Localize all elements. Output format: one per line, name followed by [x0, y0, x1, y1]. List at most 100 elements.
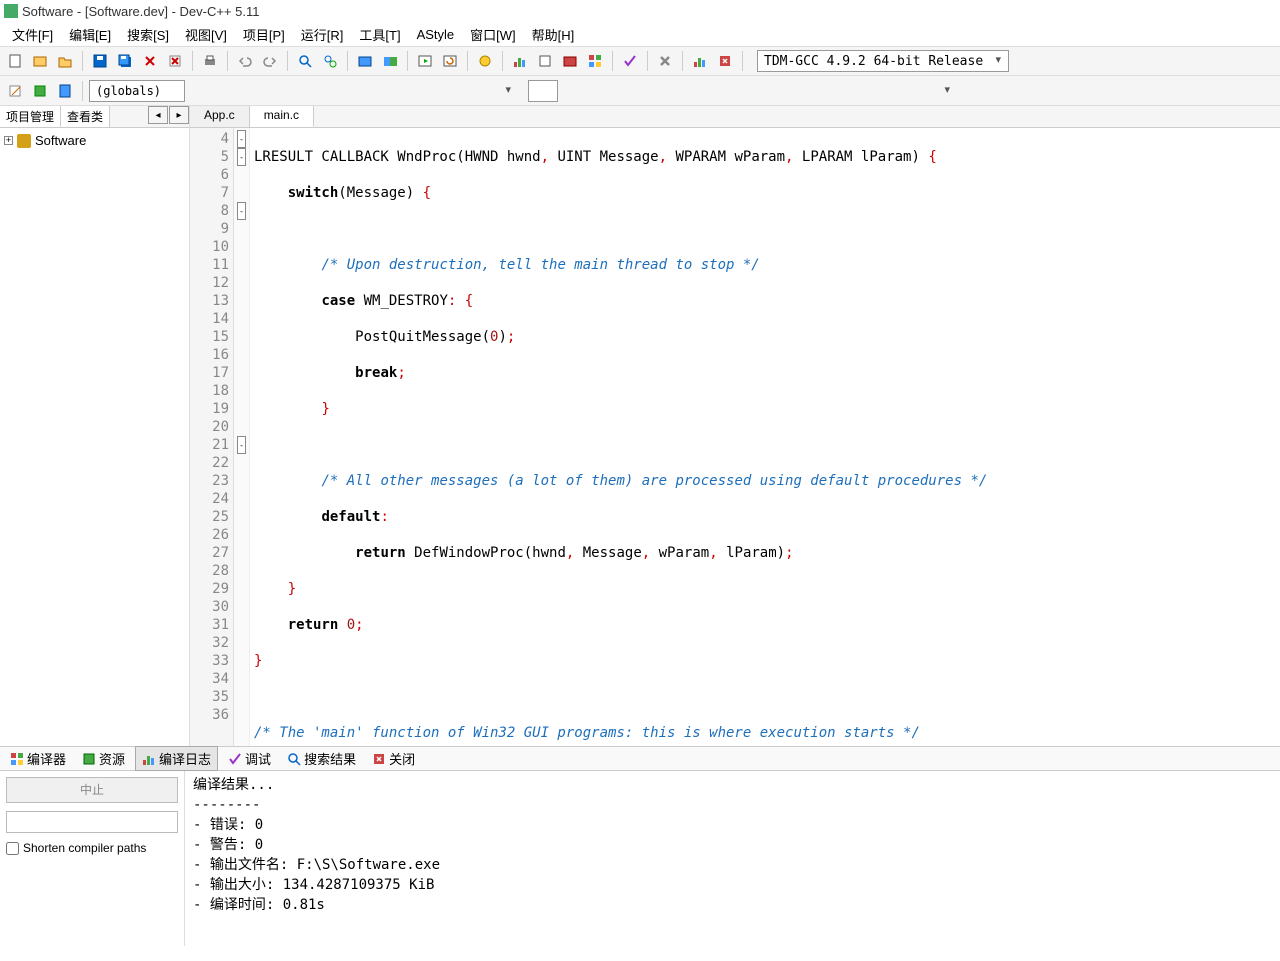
menu-file[interactable]: 文件[F]	[4, 23, 61, 46]
close-icon[interactable]	[139, 50, 161, 72]
tab-debug-label: 调试	[245, 749, 271, 768]
profile-icon[interactable]	[509, 50, 531, 72]
edit-options-icon[interactable]	[559, 50, 581, 72]
compile-run-icon[interactable]	[379, 50, 401, 72]
close-icon	[372, 752, 386, 766]
tab-project[interactable]: 项目管理	[0, 106, 61, 127]
options-icon[interactable]	[534, 50, 556, 72]
menu-project[interactable]: 项目[P]	[235, 23, 293, 46]
new-project-icon[interactable]	[29, 50, 51, 72]
tab-compile-log[interactable]: 编译日志	[135, 746, 218, 771]
tab-close[interactable]: 关闭	[366, 747, 421, 770]
search-icon	[287, 752, 301, 766]
menu-edit[interactable]: 编辑[E]	[61, 23, 119, 46]
new-file-icon[interactable]	[4, 50, 26, 72]
tab-classview[interactable]: 查看类	[61, 106, 110, 127]
grid-icon	[10, 752, 24, 766]
check-icon	[228, 752, 242, 766]
tab-close-label: 关闭	[389, 749, 415, 768]
editor: App.c main.c 456789101112131415161718192…	[190, 106, 1280, 746]
symbols-dropdown[interactable]	[528, 80, 558, 102]
run-icon[interactable]	[414, 50, 436, 72]
close-all-icon[interactable]	[164, 50, 186, 72]
tab-resources-label: 资源	[99, 749, 125, 768]
bottom-tabs: 编译器 资源 编译日志 调试 搜索结果 关闭	[0, 747, 1280, 771]
tab-search-results[interactable]: 搜索结果	[281, 747, 362, 770]
sidebar-tabs: 项目管理 查看类 ◂ ▸	[0, 106, 189, 128]
tab-app-c[interactable]: App.c	[190, 106, 250, 127]
title-bar: Software - [Software.dev] - Dev-C++ 5.11	[0, 0, 1280, 22]
fold-icon[interactable]: -	[237, 202, 246, 220]
delete-profile-icon[interactable]	[714, 50, 736, 72]
code-content[interactable]: LRESULT CALLBACK WndProc(HWND hwnd, UINT…	[250, 128, 1280, 746]
separator	[227, 51, 228, 71]
bookmark-icon[interactable]	[29, 80, 51, 102]
fold-icon[interactable]: -	[237, 130, 246, 148]
code-editor[interactable]: 4567891011121314151617181920212223242526…	[190, 128, 1280, 746]
shorten-paths-checkbox[interactable]: Shorten compiler paths	[6, 841, 178, 855]
file-tabs: App.c main.c	[190, 106, 1280, 128]
find-icon[interactable]	[294, 50, 316, 72]
project-icon	[17, 134, 31, 148]
separator	[467, 51, 468, 71]
nav-prev-icon[interactable]: ◂	[148, 106, 168, 124]
save-icon[interactable]	[89, 50, 111, 72]
filter-input[interactable]	[6, 811, 178, 833]
redo-icon[interactable]	[259, 50, 281, 72]
menu-view[interactable]: 视图[V]	[177, 23, 235, 46]
debug-icon[interactable]	[474, 50, 496, 72]
fold-icon[interactable]: -	[237, 148, 246, 166]
tab-compiler[interactable]: 编译器	[4, 747, 72, 770]
menu-bar: 文件[F] 编辑[E] 搜索[S] 视图[V] 项目[P] 运行[R] 工具[T…	[0, 22, 1280, 46]
replace-icon[interactable]	[319, 50, 341, 72]
compile-log-output[interactable]: 编译结果... -------- - 错误: 0 - 警告: 0 - 输出文件名…	[185, 771, 1280, 946]
separator	[612, 51, 613, 71]
secondary-toolbar: (globals)	[0, 76, 1280, 106]
sidebar: 项目管理 查看类 ◂ ▸ + Software	[0, 106, 190, 746]
nav-next-icon[interactable]: ▸	[169, 106, 189, 124]
rebuild-icon[interactable]	[439, 50, 461, 72]
new-tab-icon[interactable]	[4, 80, 26, 102]
open-icon[interactable]	[54, 50, 76, 72]
fold-icon[interactable]: -	[237, 436, 246, 454]
tab-search-label: 搜索结果	[304, 749, 356, 768]
separator	[407, 51, 408, 71]
shorten-paths-label: Shorten compiler paths	[23, 841, 146, 855]
stop-button[interactable]: 中止	[6, 777, 178, 803]
goto-icon[interactable]	[54, 80, 76, 102]
tab-main-c[interactable]: main.c	[250, 106, 314, 127]
compiler-select[interactable]: TDM-GCC 4.9.2 64-bit Release	[757, 50, 1009, 72]
menu-window[interactable]: 窗口[W]	[462, 23, 524, 46]
separator	[682, 51, 683, 71]
shorten-paths-input[interactable]	[6, 842, 19, 855]
chart-icon[interactable]	[689, 50, 711, 72]
undo-icon[interactable]	[234, 50, 256, 72]
fold-gutter: ----	[234, 128, 250, 746]
tree-root[interactable]: + Software	[4, 132, 185, 149]
bottom-content: 中止 Shorten compiler paths 编译结果... ------…	[0, 771, 1280, 946]
tab-debug[interactable]: 调试	[222, 747, 277, 770]
compile-icon[interactable]	[354, 50, 376, 72]
menu-astyle[interactable]: AStyle	[409, 25, 463, 44]
menu-search[interactable]: 搜索[S]	[119, 23, 177, 46]
tab-compiler-label: 编译器	[27, 749, 66, 768]
bottom-left-controls: 中止 Shorten compiler paths	[0, 771, 185, 946]
menu-run[interactable]: 运行[R]	[293, 23, 352, 46]
separator	[82, 81, 83, 101]
grid-icon[interactable]	[584, 50, 606, 72]
separator	[502, 51, 503, 71]
globals-dropdown[interactable]: (globals)	[89, 80, 185, 102]
expand-icon[interactable]: +	[4, 136, 13, 145]
separator	[82, 51, 83, 71]
project-tree[interactable]: + Software	[0, 128, 189, 746]
abort-icon[interactable]	[654, 50, 676, 72]
check-icon[interactable]	[619, 50, 641, 72]
main-toolbar: TDM-GCC 4.9.2 64-bit Release	[0, 46, 1280, 76]
save-all-icon[interactable]	[114, 50, 136, 72]
separator	[287, 51, 288, 71]
print-icon[interactable]	[199, 50, 221, 72]
menu-tools[interactable]: 工具[T]	[351, 23, 408, 46]
menu-help[interactable]: 帮助[H]	[524, 23, 583, 46]
tab-resources[interactable]: 资源	[76, 747, 131, 770]
chart-icon	[142, 752, 156, 766]
